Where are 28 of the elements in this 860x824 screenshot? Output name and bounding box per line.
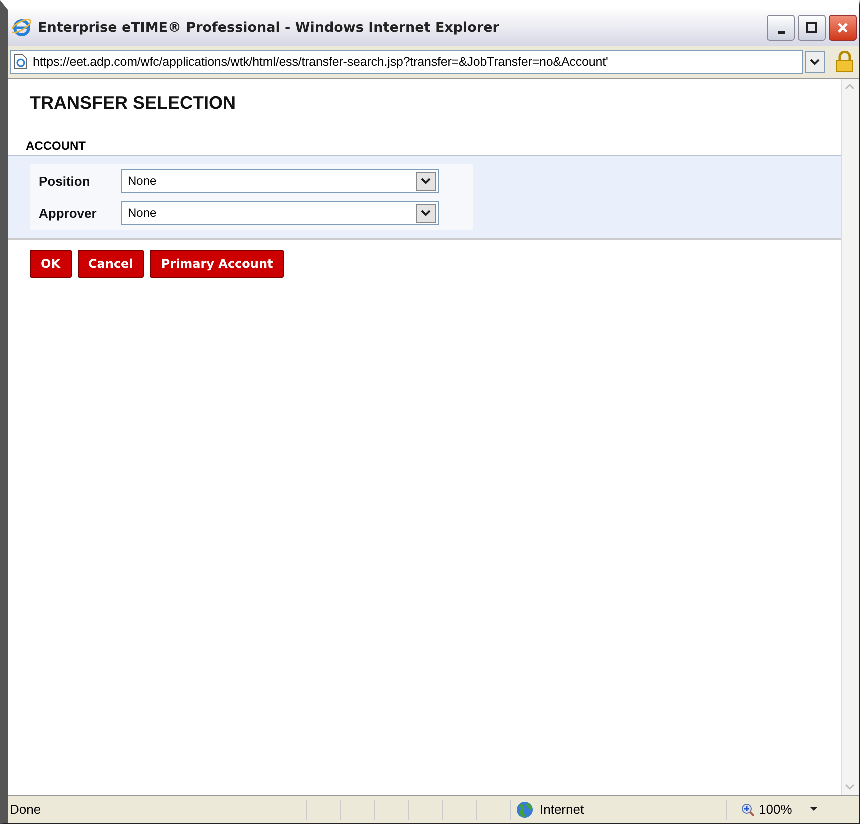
action-button[interactable]: Cancel [78,250,144,278]
page-icon [14,54,28,70]
field-label: Position [39,174,92,188]
window-title: Enterprise eTIME® Professional - Windows Internet Explorer [38,20,500,36]
dropdown-button[interactable] [805,51,825,73]
action-button[interactable]: OK [30,250,72,278]
close-icon [837,22,849,34]
address-field[interactable]: https://eet.adp.com/wfc/applications/wtk/html/ess/transfer-search.jsp?transfer=&JobTransfer=no&Account' [10,50,803,74]
zone-label: Internet [540,802,584,817]
action-button[interactable]: Primary Account [150,250,284,278]
caret-icon [810,807,818,812]
chevron-down-icon [810,58,820,66]
section-title: ACCOUNT [26,139,87,155]
zoom-icon [741,802,755,816]
maximize-icon [806,22,818,34]
zoom-control[interactable]: 100% [726,800,821,820]
maximize-button[interactable] [798,15,826,41]
page-heading: TRANSFER SELECTION [30,93,238,115]
globe-icon [516,800,534,818]
status-text: Done [9,802,42,817]
field-label: Approver [39,206,98,220]
close-button[interactable] [829,15,857,41]
select-field[interactable]: None [121,169,439,193]
select-field[interactable]: None [121,201,439,225]
minimize-button[interactable] [767,15,795,41]
browser-logo-icon [12,18,32,38]
minimize-icon [778,30,784,34]
padlock-icon[interactable] [835,51,855,73]
